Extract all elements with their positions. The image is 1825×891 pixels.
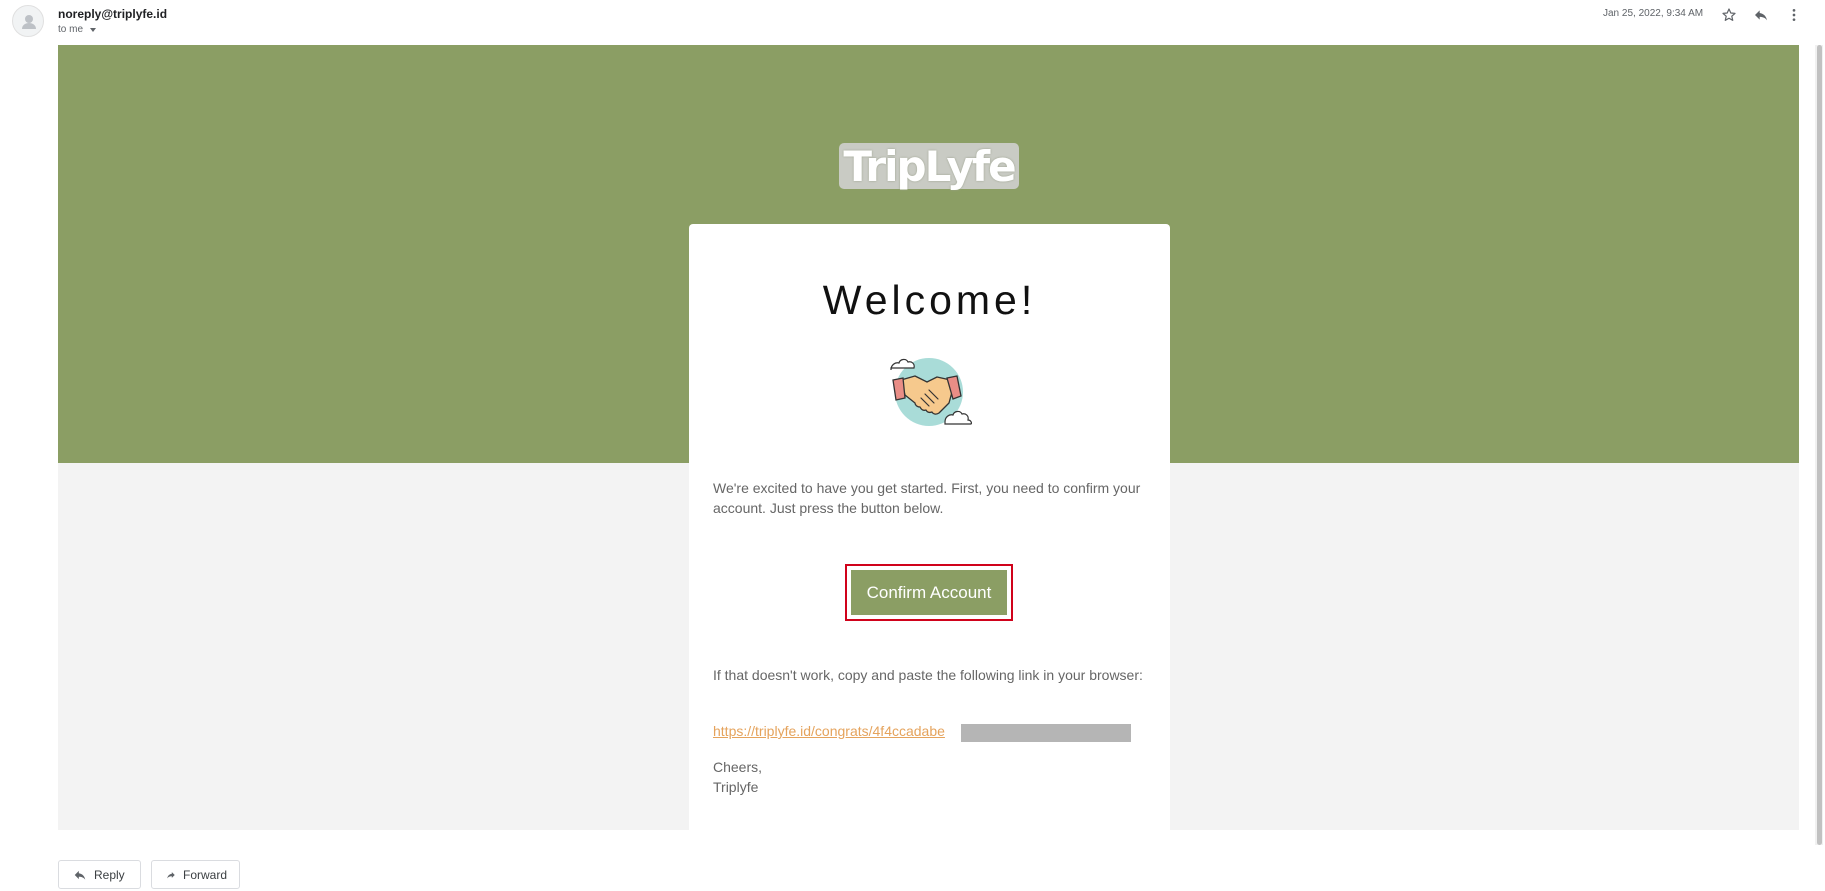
forward-icon xyxy=(167,871,175,878)
reply-header-button[interactable] xyxy=(1751,5,1771,25)
message-date: Jan 25, 2022, 9:34 AM xyxy=(1603,8,1704,19)
redaction-bar xyxy=(961,724,1131,742)
confirm-account-button[interactable]: Confirm Account xyxy=(851,570,1007,615)
scrollbar-thumb[interactable] xyxy=(1817,45,1822,845)
star-button[interactable] xyxy=(1719,5,1739,25)
handshake-icon xyxy=(890,358,972,426)
confirm-link[interactable]: https://triplyfe.id/congrats/4f4ccadabe xyxy=(713,723,945,739)
chevron-down-icon xyxy=(90,27,97,32)
recipient-dropdown[interactable]: to me xyxy=(58,24,97,35)
email-card: Welcome! We're excited to have you get s… xyxy=(689,224,1170,830)
fallback-text: If that doesn't work, copy and paste the… xyxy=(713,667,1143,683)
person-icon xyxy=(22,15,36,29)
highlight-box: Confirm Account xyxy=(845,564,1013,621)
reply-label: Reply xyxy=(94,867,125,882)
forward-button[interactable]: Forward xyxy=(151,860,240,889)
reply-icon xyxy=(1755,10,1767,21)
intro-text: We're excited to have you get started. F… xyxy=(713,480,1141,516)
sign-off: Cheers, xyxy=(713,759,763,775)
more-vert-icon xyxy=(1792,9,1796,21)
more-options-button[interactable] xyxy=(1784,5,1804,25)
welcome-heading: Welcome! xyxy=(822,277,1037,323)
sender-avatar xyxy=(12,5,44,37)
star-icon xyxy=(1722,8,1736,21)
reply-icon xyxy=(74,870,86,880)
forward-label: Forward xyxy=(182,867,227,882)
message-header: noreply@triplyfe.id to me Jan 25, 2022, … xyxy=(0,0,1825,45)
recipient-label: to me xyxy=(58,24,84,35)
signature: Triplyfe xyxy=(713,779,759,795)
sender-address: noreply@triplyfe.id xyxy=(58,7,168,21)
reply-button[interactable]: Reply xyxy=(58,860,141,889)
triplyfe-logo: TripLyfe xyxy=(839,142,1019,191)
